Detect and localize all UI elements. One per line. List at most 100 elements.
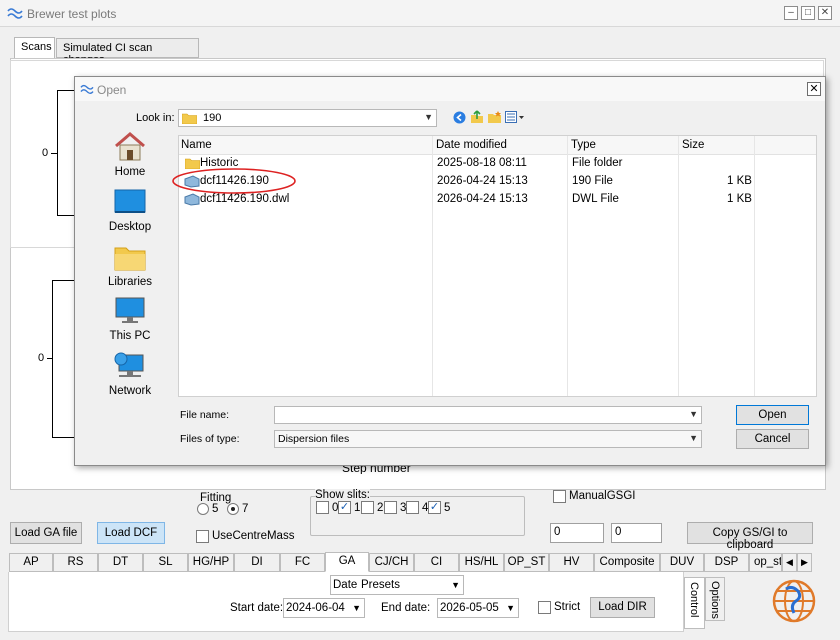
place-this-pc[interactable]: This PC bbox=[85, 296, 175, 342]
tab-composite[interactable]: Composite bbox=[594, 553, 660, 572]
file-date: 2025-08-18 08:11 bbox=[437, 157, 527, 169]
col-type[interactable]: Type bbox=[571, 136, 596, 155]
end-date-label: End date: bbox=[381, 602, 431, 614]
fitting-7-label: 7 bbox=[242, 503, 249, 515]
slit-0-checkbox[interactable] bbox=[316, 501, 329, 514]
dialog-title-bar: Open bbox=[75, 77, 825, 101]
col-name[interactable]: Name bbox=[181, 136, 212, 155]
chevron-down-icon: ▼ bbox=[689, 409, 698, 419]
tab-scroll-right-icon[interactable]: ▶ bbox=[797, 553, 812, 572]
fitting-radio-5[interactable] bbox=[197, 503, 209, 515]
places-sidebar: Home Desktop Libraries This PC Network bbox=[85, 129, 177, 399]
tab-hg-hp[interactable]: HG/HP bbox=[188, 553, 234, 572]
window-title: Brewer test plots bbox=[27, 7, 117, 21]
chevron-down-icon: ▼ bbox=[689, 433, 698, 443]
col-date[interactable]: Date modified bbox=[436, 136, 507, 155]
gs-field[interactable]: 0 bbox=[550, 523, 604, 543]
file-name-input[interactable]: ▼ bbox=[274, 406, 702, 424]
tab-ga[interactable]: GA bbox=[325, 552, 369, 572]
place-network[interactable]: Network bbox=[85, 351, 175, 397]
home-icon bbox=[115, 132, 145, 161]
minimize-icon[interactable]: – bbox=[784, 6, 798, 20]
tab-hs-hl[interactable]: HS/HL bbox=[459, 553, 504, 572]
date-presets-combo[interactable]: Date Presets ▼ bbox=[330, 575, 464, 595]
load-ga-file-button[interactable]: Load GA file bbox=[10, 522, 82, 544]
open-dialog: Open ✕ Look in: 190 ▼ Home Desktop Libra… bbox=[74, 76, 826, 466]
end-date-picker[interactable]: 2026-05-05 ▼ bbox=[437, 598, 519, 618]
tab-control[interactable]: Control bbox=[684, 577, 705, 629]
load-dir-button[interactable]: Load DIR bbox=[590, 597, 655, 618]
col-size[interactable]: Size bbox=[682, 136, 704, 155]
file-date: 2026-04-24 15:13 bbox=[437, 175, 528, 187]
presets-value: Presets bbox=[361, 579, 400, 591]
start-date-picker[interactable]: 2024-06-04 ▼ bbox=[283, 598, 365, 618]
back-icon[interactable] bbox=[453, 111, 466, 124]
plot-bottom-axis bbox=[52, 280, 53, 438]
maximize-icon[interactable]: □ bbox=[801, 6, 815, 20]
slit-5-label: 5 bbox=[444, 502, 451, 514]
view-menu-icon[interactable] bbox=[505, 111, 525, 123]
fitting-radio-7[interactable] bbox=[227, 503, 239, 515]
strict-label: Strict bbox=[554, 601, 581, 613]
plot-bottom-ytick: 0 bbox=[38, 352, 45, 364]
tab-rs[interactable]: RS bbox=[53, 553, 98, 572]
end-date-value: 2026-05-05 bbox=[440, 602, 499, 614]
network-icon bbox=[114, 352, 144, 377]
close-window-icon[interactable]: ✕ bbox=[818, 6, 832, 20]
slit-1-label: 1 bbox=[354, 502, 361, 514]
place-libraries[interactable]: Libraries bbox=[85, 242, 175, 288]
tab-cj-ch[interactable]: CJ/CH bbox=[369, 553, 414, 572]
tab-sl[interactable]: SL bbox=[143, 553, 188, 572]
strict-checkbox[interactable] bbox=[538, 601, 551, 614]
slit-5-checkbox[interactable]: ✓ bbox=[428, 501, 441, 514]
dialog-close-icon[interactable]: ✕ bbox=[807, 82, 821, 96]
tab-scans[interactable]: Scans bbox=[14, 37, 55, 59]
tab-fc[interactable]: FC bbox=[280, 553, 325, 572]
file-size: 1 KB bbox=[727, 193, 752, 205]
folder-icon bbox=[182, 113, 197, 124]
tab-hv[interactable]: HV bbox=[549, 553, 594, 572]
start-date-value: 2024-06-04 bbox=[286, 602, 345, 614]
tab-options[interactable]: Options bbox=[705, 577, 725, 621]
place-desktop-label: Desktop bbox=[108, 221, 152, 233]
file-type-select[interactable]: Dispersion files ▼ bbox=[274, 430, 702, 448]
tab-op-st-lower[interactable]: op_st bbox=[749, 553, 782, 572]
place-this-pc-label: This PC bbox=[109, 330, 151, 342]
desktop-icon bbox=[114, 189, 146, 213]
this-pc-icon bbox=[115, 297, 145, 323]
tab-dsp[interactable]: DSP bbox=[704, 553, 749, 572]
manual-gsgi-checkbox[interactable] bbox=[553, 490, 566, 503]
place-home[interactable]: Home bbox=[85, 132, 175, 178]
tab-ap[interactable]: AP bbox=[9, 553, 53, 572]
tab-duv[interactable]: DUV bbox=[660, 553, 704, 572]
slit-1-checkbox[interactable]: ✓ bbox=[338, 501, 351, 514]
tab-op-st[interactable]: OP_ST bbox=[504, 553, 549, 572]
slit-2-label: 2 bbox=[377, 502, 384, 514]
fitting-5-label: 5 bbox=[212, 503, 219, 515]
file-type: DWL File bbox=[572, 193, 619, 205]
highlight-ellipse bbox=[172, 168, 296, 194]
use-centre-mass-checkbox[interactable] bbox=[196, 530, 209, 543]
plot-top-ytick: 0 bbox=[42, 147, 49, 159]
tab-ci[interactable]: CI bbox=[414, 553, 459, 572]
cancel-button[interactable]: Cancel bbox=[736, 429, 809, 449]
tab-di[interactable]: DI bbox=[234, 553, 280, 572]
gi-field[interactable]: 0 bbox=[611, 523, 662, 543]
plot-top-axis bbox=[57, 90, 58, 216]
load-dcf-button[interactable]: Load DCF bbox=[97, 522, 165, 544]
slit-2-checkbox[interactable] bbox=[361, 501, 374, 514]
slit-3-checkbox[interactable] bbox=[384, 501, 397, 514]
up-folder-icon[interactable] bbox=[470, 110, 484, 124]
look-in-combo[interactable]: 190 ▼ bbox=[178, 109, 437, 127]
chevron-down-icon: ▼ bbox=[424, 112, 433, 122]
open-button[interactable]: Open bbox=[736, 405, 809, 425]
place-desktop[interactable]: Desktop bbox=[85, 187, 175, 233]
chevron-down-icon: ▼ bbox=[451, 580, 460, 590]
tab-simulated-ci[interactable]: Simulated CI scan changes bbox=[56, 38, 199, 66]
copy-gsgi-button[interactable]: Copy GS/GI to clipboard bbox=[687, 522, 813, 551]
manual-gsgi-label: ManualGSGI bbox=[569, 490, 636, 502]
tab-scroll-left-icon[interactable]: ◀ bbox=[782, 553, 797, 572]
new-folder-icon[interactable] bbox=[487, 110, 502, 124]
slit-4-checkbox[interactable] bbox=[406, 501, 419, 514]
tab-dt[interactable]: DT bbox=[98, 553, 143, 572]
